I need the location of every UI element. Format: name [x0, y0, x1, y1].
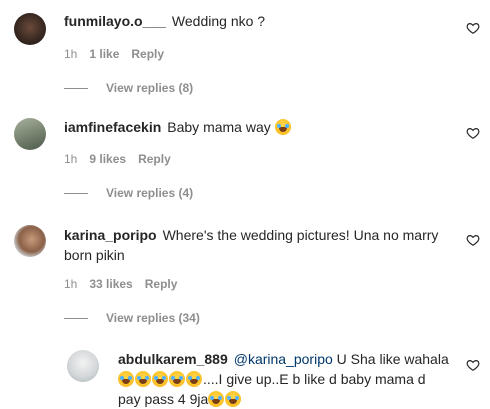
comment-meta: 1h 33 likes Reply: [64, 277, 177, 291]
comment-body-part1: U Sha like wahala: [336, 351, 449, 367]
laughing-emoji: [152, 371, 168, 387]
comment-meta: 1h 1 like Reply: [64, 47, 164, 61]
comment-body: Wedding nko ?: [171, 13, 266, 29]
comment-body-line1: Where's the wedding pictures! Una no mar…: [162, 227, 439, 243]
laughing-emoji: [169, 371, 185, 387]
comment-body-line2: born pikin: [64, 247, 125, 263]
likes-count[interactable]: 33 likes: [89, 277, 132, 291]
view-replies-button[interactable]: View replies (4): [64, 186, 193, 200]
avatar[interactable]: [14, 13, 46, 45]
laughing-emoji: [274, 119, 291, 135]
divider-line: [64, 87, 88, 89]
divider-line: [64, 192, 88, 194]
laughing-emoji: [135, 371, 151, 387]
view-replies-label[interactable]: View replies (4): [106, 186, 193, 200]
view-replies-label[interactable]: View replies (8): [106, 81, 193, 95]
mention-link[interactable]: @karina_poripo: [234, 351, 333, 367]
heart-icon[interactable]: [466, 21, 480, 35]
avatar[interactable]: [14, 225, 46, 257]
view-replies-button[interactable]: View replies (34): [64, 311, 200, 325]
reply-button[interactable]: Reply: [138, 152, 171, 166]
avatar[interactable]: [14, 118, 46, 150]
comment-username[interactable]: abdulkarem_889: [118, 351, 228, 367]
comment-username[interactable]: iamfinefacekin: [64, 119, 161, 135]
comment-time: 1h: [64, 152, 78, 166]
reply-button[interactable]: Reply: [131, 47, 164, 61]
likes-count[interactable]: 9 likes: [89, 152, 126, 166]
comment-text: iamfinefacekin Baby mama way: [64, 117, 292, 137]
comment-time: 1h: [64, 277, 78, 291]
comment-text: karina_poripo Where's the wedding picture…: [64, 225, 444, 265]
heart-icon[interactable]: [466, 233, 480, 247]
view-replies-button[interactable]: View replies (8): [64, 81, 193, 95]
likes-count[interactable]: 1 like: [89, 47, 119, 61]
comment-body: Baby mama way: [167, 119, 271, 135]
comment-body-part2: ....I give up..E b like d baby mama d: [203, 371, 426, 387]
comment-meta: 1h 9 likes Reply: [64, 152, 171, 166]
comment-text: funmilayo.o___ Wedding nko ?: [64, 11, 265, 31]
comment-text: abdulkarem_889 @karina_poripo U Sha like …: [118, 349, 458, 409]
reply-button[interactable]: Reply: [145, 277, 178, 291]
avatar[interactable]: [67, 350, 99, 382]
laughing-emoji: [186, 371, 202, 387]
laughing-emoji: [118, 371, 134, 387]
heart-icon[interactable]: [466, 358, 480, 372]
view-replies-label[interactable]: View replies (34): [106, 311, 200, 325]
comment-username[interactable]: funmilayo.o___: [64, 13, 166, 29]
comment-time: 1h: [64, 47, 78, 61]
comment-username[interactable]: karina_poripo: [64, 227, 157, 243]
divider-line: [64, 317, 88, 319]
heart-icon[interactable]: [466, 126, 480, 140]
